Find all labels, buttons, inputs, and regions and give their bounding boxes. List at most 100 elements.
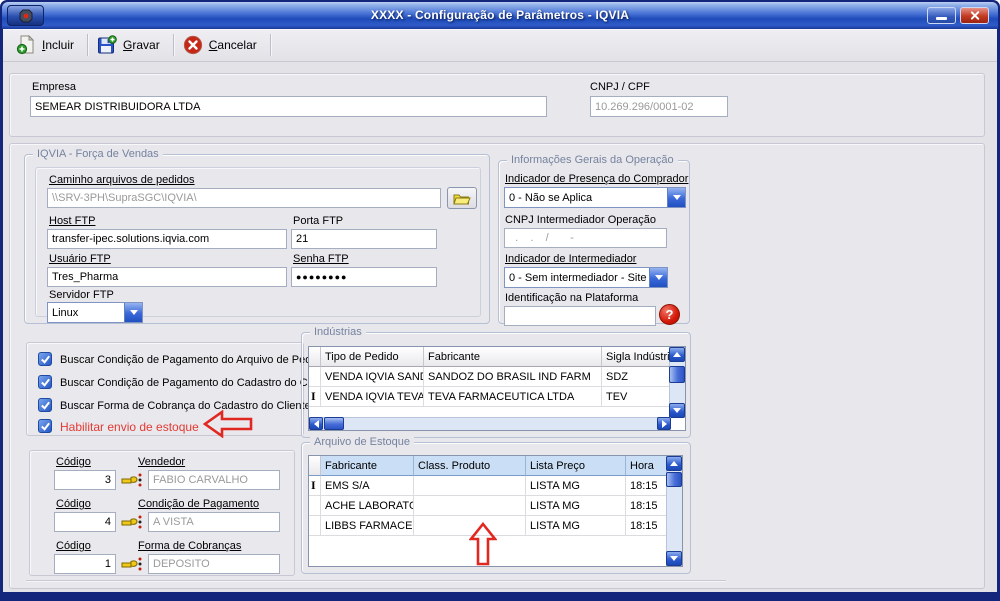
column-header[interactable]: Fabricante	[424, 347, 602, 367]
codigo-vendedor-label: Código	[56, 456, 91, 468]
scrollbar-thumb[interactable]	[669, 366, 685, 383]
column-header[interactable]: Sigla Indústria	[602, 347, 671, 367]
close-button[interactable]	[960, 7, 989, 24]
row-indicator: I	[309, 387, 321, 407]
dropdown-arrow-icon[interactable]	[667, 188, 685, 207]
empresa-panel: Empresa CNPJ / CPF	[9, 73, 985, 137]
lookup-condicao-button[interactable]	[121, 514, 143, 534]
lookup-vendedor-button[interactable]	[121, 472, 143, 492]
codigo-condicao-input[interactable]	[54, 512, 116, 532]
incluir-button[interactable]: Incluir	[11, 32, 83, 58]
dropdown-arrow-icon[interactable]	[649, 268, 667, 287]
cnpj-cpf-input[interactable]	[590, 96, 728, 117]
vertical-scrollbar[interactable]	[666, 456, 682, 566]
cell-tipo-pedido: VENDA IQVIA TEVA	[321, 387, 424, 407]
vendedor-input[interactable]	[148, 470, 280, 490]
arquivo-estoque-group: Arquivo de Estoque Fabricante Class. Pro…	[301, 442, 691, 574]
presenca-comprador-label: Indicador de Presença do Comprador	[505, 173, 688, 185]
check-icon	[40, 354, 51, 365]
table-row[interactable]: I VENDA IQVIA TEVA TEVA FARMACEUTICA LTD…	[309, 387, 685, 407]
empresa-input[interactable]	[30, 96, 547, 117]
senha-ftp-input[interactable]	[291, 267, 437, 287]
cnpj-intermediador-label: CNPJ Intermediador Operação	[505, 214, 656, 226]
cnpj-intermediador-input[interactable]	[504, 228, 667, 248]
condicao-pagamento-input[interactable]	[148, 512, 280, 532]
row-indicator-header	[309, 347, 321, 367]
empresa-label: Empresa	[32, 81, 76, 93]
checkbox-buscar-forma-cobranca[interactable]	[38, 398, 52, 412]
scrollbar-thumb[interactable]	[324, 417, 344, 430]
minimize-button[interactable]	[927, 7, 956, 24]
usuario-ftp-label: Usuário FTP	[49, 253, 111, 265]
table-row[interactable]: ACHE LABORATORIOS LISTA MG 18:15	[309, 496, 682, 516]
caminho-input[interactable]	[47, 188, 441, 208]
scroll-down-button[interactable]	[669, 403, 685, 418]
lookup-cobranca-button[interactable]	[121, 556, 143, 576]
toolbar-separator	[173, 34, 174, 56]
help-question-icon: ?	[666, 307, 674, 322]
checkbox-label: Buscar Forma de Cobrança do Cadastro do …	[60, 400, 311, 412]
industrias-legend: Indústrias	[310, 326, 366, 338]
toolbar-separator	[87, 34, 88, 56]
plataforma-input[interactable]	[504, 306, 656, 326]
check-icon	[40, 421, 51, 432]
cancelar-label: Cancelar	[209, 38, 257, 52]
cancelar-button[interactable]: Cancelar	[178, 32, 266, 58]
cell-fabricante: TEVA FARMACEUTICA LTDA	[424, 387, 602, 407]
lookup-hand-icon	[121, 556, 143, 574]
forma-cobrancas-input[interactable]	[148, 554, 280, 574]
add-document-icon	[16, 35, 36, 55]
usuario-ftp-input[interactable]	[47, 267, 287, 287]
checkbox-buscar-condicao-arquivo[interactable]	[38, 352, 52, 366]
minimize-icon	[936, 17, 947, 20]
table-row[interactable]: I EMS S/A LISTA MG 18:15	[309, 476, 682, 496]
presenca-comprador-select[interactable]: 0 - Não se Aplica	[504, 187, 686, 208]
browse-folder-button[interactable]	[447, 187, 477, 209]
servidor-ftp-value: Linux	[48, 303, 124, 322]
arquivo-estoque-header-row: Fabricante Class. Produto Lista Preço Ho…	[309, 456, 682, 476]
scroll-down-button[interactable]	[666, 551, 682, 566]
column-header[interactable]: Fabricante	[321, 456, 414, 476]
codigo-vendedor-input[interactable]	[54, 470, 116, 490]
scroll-up-button[interactable]	[666, 456, 682, 471]
forca-vendas-group: IQVIA - Força de Vendas Caminho arquivos…	[24, 154, 490, 324]
checkbox-habilitar-envio-estoque[interactable]	[38, 419, 52, 433]
info-operacao-group: Informações Gerais da Operação Indicador…	[498, 160, 690, 324]
codigo-cobranca-input[interactable]	[54, 554, 116, 574]
scroll-up-button[interactable]	[669, 347, 685, 362]
arquivo-estoque-legend: Arquivo de Estoque	[310, 436, 414, 448]
servidor-ftp-label: Servidor FTP	[49, 289, 114, 301]
codigo-condicao-label: Código	[56, 498, 91, 510]
lookup-panel: Código Vendedor Código Condição de Pagam…	[29, 450, 295, 576]
industrias-grid: Tipo de Pedido Fabricante Sigla Indústri…	[308, 346, 686, 431]
dropdown-arrow-icon[interactable]	[124, 303, 142, 322]
help-button[interactable]: ?	[659, 304, 680, 325]
scroll-left-button[interactable]	[309, 417, 323, 430]
gravar-button[interactable]: Gravar	[92, 32, 169, 58]
checkbox-buscar-condicao-cadastro[interactable]	[38, 375, 52, 389]
vertical-scrollbar[interactable]	[669, 347, 685, 418]
save-disk-icon	[97, 35, 117, 55]
toolbar-separator	[270, 34, 271, 56]
column-header[interactable]: Lista Preço	[526, 456, 626, 476]
table-row[interactable]: VENDA IQVIA SANDOZ SANDOZ DO BRASIL IND …	[309, 367, 685, 387]
annotation-up-arrow-icon	[469, 522, 497, 566]
servidor-ftp-select[interactable]: Linux	[47, 302, 143, 323]
industrias-group: Indústrias Tipo de Pedido Fabricante Sig…	[301, 332, 691, 438]
gravar-label: Gravar	[123, 38, 160, 52]
info-operacao-legend: Informações Gerais da Operação	[507, 154, 678, 166]
porta-ftp-input[interactable]	[291, 229, 437, 249]
column-header[interactable]: Class. Produto	[414, 456, 526, 476]
horizontal-scrollbar[interactable]	[309, 417, 671, 430]
scrollbar-thumb[interactable]	[666, 472, 682, 487]
indicador-intermediador-value: 0 - Sem intermediador - Site ou	[505, 268, 649, 287]
host-ftp-input[interactable]	[47, 229, 287, 249]
arquivo-estoque-grid: Fabricante Class. Produto Lista Preço Ho…	[308, 455, 683, 567]
indicador-intermediador-select[interactable]: 0 - Sem intermediador - Site ou	[504, 267, 668, 288]
annotation-left-arrow-icon	[202, 410, 254, 438]
column-header[interactable]: Tipo de Pedido	[321, 347, 424, 367]
cell-fabricante: ACHE LABORATORIOS	[321, 496, 414, 516]
cell-sigla: TEV	[602, 387, 671, 407]
app-window: XXXX - Configuração de Parâmetros - IQVI…	[0, 0, 1000, 601]
scroll-right-button[interactable]	[657, 417, 671, 430]
